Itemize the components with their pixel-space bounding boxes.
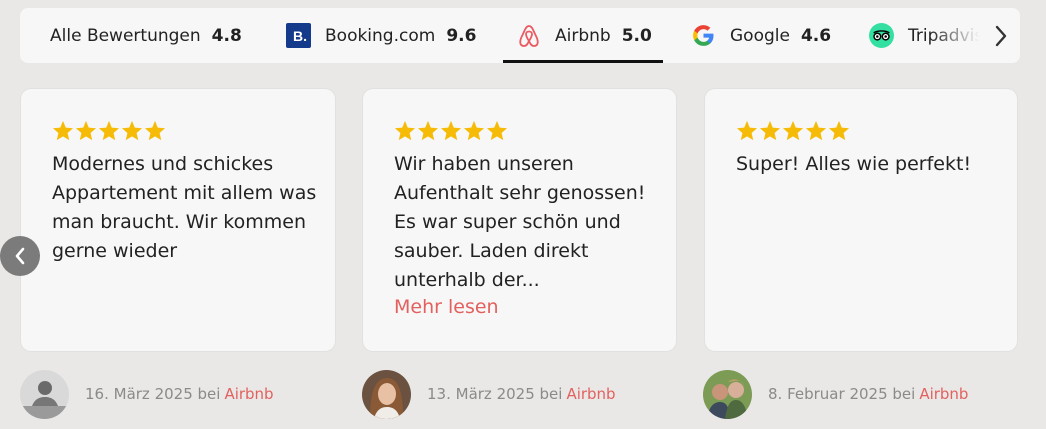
- review-text: Wir haben unseren Aufenthalt sehr genoss…: [394, 153, 646, 291]
- star-icon: [417, 120, 439, 141]
- tab-score: 4.8: [211, 25, 242, 46]
- tab-google[interactable]: Google 4.6: [691, 8, 831, 63]
- review-author: 13. März 2025 bei Airbnb: [362, 369, 616, 419]
- read-more-link[interactable]: Mehr lesen: [394, 293, 499, 322]
- tab-label: Booking.com: [325, 25, 436, 46]
- star-icon: [121, 120, 143, 141]
- carousel-prev-button[interactable]: [0, 236, 40, 276]
- review-text: Super! Alles wie perfekt!: [736, 153, 972, 175]
- google-logo-icon: [691, 23, 716, 48]
- star-icon: [394, 120, 416, 141]
- tab-label: Google: [730, 25, 790, 46]
- airbnb-logo-icon: [517, 23, 541, 48]
- star-icon: [805, 120, 827, 141]
- tab-label: Airbnb: [555, 25, 611, 46]
- review-source-link[interactable]: Airbnb: [566, 385, 615, 403]
- tab-score: 9.6: [446, 25, 477, 46]
- star-icon: [782, 120, 804, 141]
- svg-text:B.: B.: [293, 28, 307, 44]
- review-card: Wir haben unseren Aufenthalt sehr genoss…: [363, 89, 676, 351]
- review-source-tabs: Alle Bewertungen 4.8 B. Booking.com 9.6 …: [20, 8, 1020, 63]
- tripadvisor-logo-icon: [869, 23, 894, 48]
- tab-airbnb[interactable]: Airbnb 5.0: [503, 8, 663, 63]
- avatar: [703, 369, 752, 419]
- star-icon: [463, 120, 485, 141]
- chevron-right-icon[interactable]: [994, 24, 1008, 52]
- review-date: 13. März 2025 bei: [427, 385, 563, 403]
- booking-logo-icon: B.: [286, 23, 311, 48]
- review-source-link[interactable]: Airbnb: [919, 385, 968, 403]
- tab-all-reviews[interactable]: Alle Bewertungen 4.8: [50, 8, 242, 63]
- star-icon: [75, 120, 97, 141]
- star-icon: [98, 120, 120, 141]
- avatar: [362, 369, 411, 419]
- avatar: [20, 369, 69, 419]
- review-source-link[interactable]: Airbnb: [224, 385, 273, 403]
- review-card: Super! Alles wie perfekt!: [705, 89, 1017, 351]
- review-author: 16. März 2025 bei Airbnb: [20, 369, 274, 419]
- review-date: 16. März 2025 bei: [85, 385, 221, 403]
- review-card: Modernes und schickes Appartement mit al…: [21, 89, 335, 351]
- star-rating: [52, 120, 166, 141]
- tab-label: Alle Bewertungen: [50, 25, 201, 46]
- chevron-left-icon: [15, 247, 25, 265]
- star-icon: [144, 120, 166, 141]
- star-icon: [736, 120, 758, 141]
- star-rating: [394, 120, 508, 141]
- star-icon: [486, 120, 508, 141]
- tab-score: 5.0: [621, 25, 652, 46]
- star-icon: [759, 120, 781, 141]
- star-rating: [736, 120, 850, 141]
- review-text: Modernes und schickes Appartement mit al…: [52, 153, 317, 262]
- tab-score: 4.6: [800, 25, 832, 46]
- tab-booking[interactable]: B. Booking.com 9.6: [286, 8, 476, 63]
- review-author: 8. Februar 2025 bei Airbnb: [703, 369, 968, 419]
- review-date: 8. Februar 2025 bei: [768, 385, 916, 403]
- star-icon: [828, 120, 850, 141]
- star-icon: [52, 120, 74, 141]
- star-icon: [440, 120, 462, 141]
